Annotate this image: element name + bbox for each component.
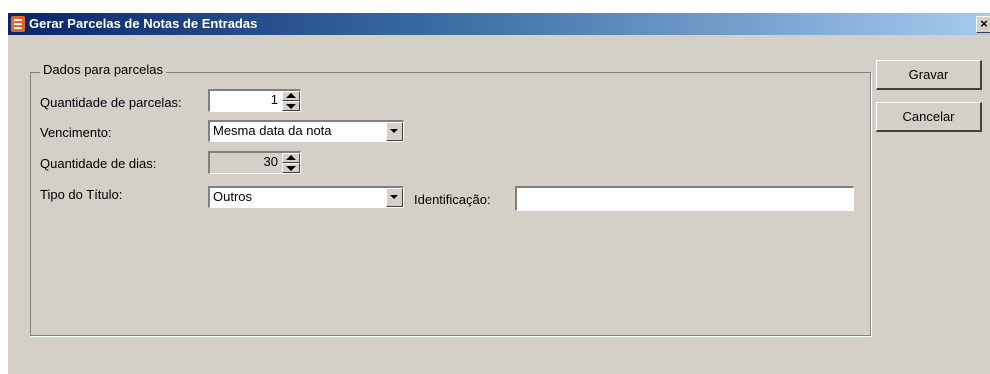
- dropdown-arrow-icon[interactable]: [386, 188, 403, 207]
- identificacao-input[interactable]: [515, 186, 854, 211]
- quantidade-parcelas-spinbox[interactable]: 1: [208, 89, 301, 112]
- cancelar-button[interactable]: Cancelar: [876, 102, 982, 132]
- tipo-titulo-label: Tipo do Título:: [40, 187, 123, 202]
- quantidade-parcelas-value: 1: [270, 92, 278, 107]
- quantidade-parcelas-label: Quantidade de parcelas:: [40, 95, 182, 110]
- quantidade-dias-value: 30: [263, 154, 278, 169]
- vencimento-label: Vencimento:: [40, 125, 112, 140]
- vencimento-select[interactable]: Mesma data da nota: [208, 120, 404, 142]
- dialog-window: Gerar Parcelas de Notas de Entradas × Da…: [8, 13, 990, 374]
- spin-up-icon[interactable]: [282, 153, 300, 163]
- identificacao-label: Identificação:: [414, 192, 491, 207]
- quantidade-dias-spinner: [282, 153, 300, 173]
- document-icon: [11, 16, 25, 32]
- quantidade-dias-spinbox[interactable]: 30: [208, 151, 301, 174]
- tipo-titulo-selected: Outros: [213, 189, 253, 204]
- dropdown-arrow-icon[interactable]: [386, 122, 403, 141]
- gravar-button[interactable]: Gravar: [876, 60, 982, 90]
- groupbox-legend: Dados para parcelas: [40, 62, 166, 77]
- spin-down-icon[interactable]: [282, 101, 300, 111]
- quantidade-dias-label: Quantidade de dias:: [40, 156, 157, 171]
- close-button[interactable]: ×: [976, 16, 990, 33]
- close-icon: ×: [980, 16, 988, 31]
- spin-down-icon[interactable]: [282, 163, 300, 173]
- vencimento-selected: Mesma data da nota: [213, 123, 332, 138]
- tipo-titulo-select[interactable]: Outros: [208, 186, 404, 208]
- spin-up-icon[interactable]: [282, 91, 300, 101]
- quantidade-parcelas-spinner: [282, 91, 300, 111]
- title-bar[interactable]: Gerar Parcelas de Notas de Entradas ×: [8, 13, 990, 35]
- window-title: Gerar Parcelas de Notas de Entradas: [29, 16, 258, 31]
